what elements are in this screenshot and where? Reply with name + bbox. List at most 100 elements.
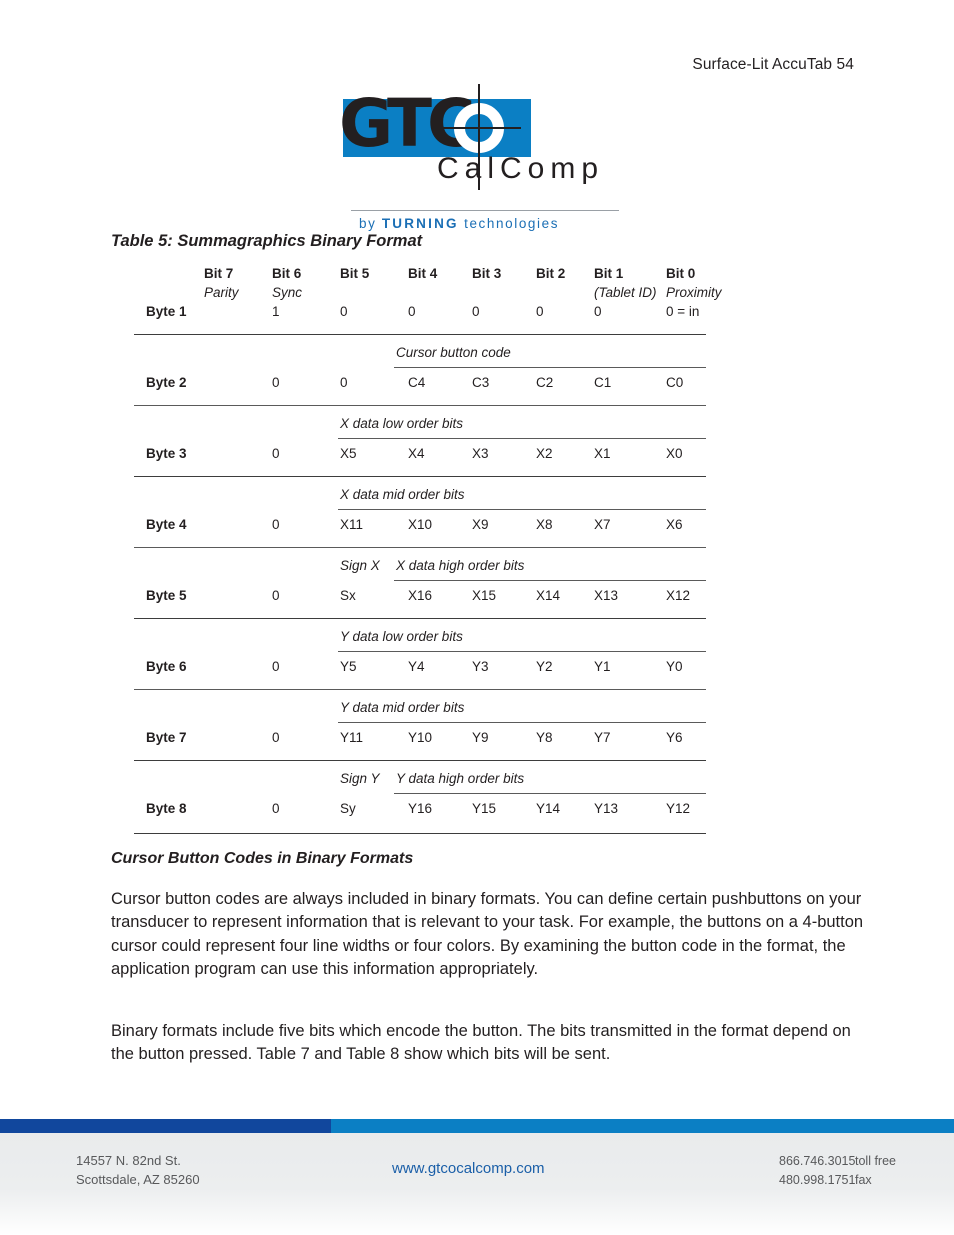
table-rule	[134, 405, 706, 406]
bit-value-cell: Y7	[594, 730, 611, 745]
bit-value-cell: X5	[340, 446, 357, 461]
bit-value-cell: 0	[272, 517, 280, 532]
bit-value-cell: Y14	[536, 801, 561, 816]
body-paragraph-1: Cursor button codes are always included …	[111, 890, 864, 978]
bit-value-cell: Y2	[536, 659, 553, 674]
bit-value-cell: 1	[272, 304, 280, 319]
bit-value-cell: 0	[272, 375, 280, 390]
bit-value-cell: Y6	[666, 730, 683, 745]
footer-band-dark-segment	[0, 1119, 331, 1133]
bit-column-sublabel: Proximity	[666, 285, 722, 300]
bit-value-cell: Y15	[472, 801, 497, 816]
bit-column-header: Bit 2	[536, 266, 566, 281]
bit-value-cell: X3	[472, 446, 489, 461]
page-header-title: Surface-Lit AccuTab 54	[692, 56, 854, 73]
bit-value-cell: Y0	[666, 659, 683, 674]
bit-value-cell: Y1	[594, 659, 611, 674]
gtco-calcomp-logo: GTC CalComp by TURNING technologies	[337, 84, 627, 231]
bit-value-cell: X13	[594, 588, 619, 603]
bit-value-cell: Y8	[536, 730, 553, 745]
footer-address-line-1: 14557 N. 82nd St.	[76, 1153, 181, 1168]
bit-value-cell: C2	[536, 375, 554, 390]
bit-value-cell: X4	[408, 446, 425, 461]
bit-value-cell: Y4	[408, 659, 425, 674]
logo-wordmark: GTC	[339, 85, 476, 162]
bit-value-cell: 0	[272, 446, 280, 461]
bit-value-cell: X6	[666, 517, 683, 532]
bit-value-cell: Y12	[666, 801, 691, 816]
bit-value-cell: X8	[536, 517, 553, 532]
table-rule	[338, 722, 706, 723]
bit-column-sublabel: (Tablet ID)	[594, 285, 657, 300]
logo-subwordmark: CalComp	[437, 152, 605, 185]
table-rule	[338, 651, 706, 652]
bit-value-cell: 0	[472, 304, 480, 319]
bit-value-cell: Y11	[340, 730, 364, 745]
bit-value-cell: X7	[594, 517, 611, 532]
binary-format-table: Bit 7 Bit 6 Bit 5 Bit 4 Bit 3 Bit 2 Bit 1 Bit 0…	[134, 266, 726, 843]
byte-sign-caption: Sign X	[340, 558, 380, 573]
footer-phone-numbers: 866.746.3015toll free 480.998.1751fax	[779, 1152, 896, 1189]
bit-value-cell: X1	[594, 446, 611, 461]
bit-value-cell: 0	[272, 730, 280, 745]
bit-value-cell: X9	[472, 517, 489, 532]
table-caption: Table 5: Summagraphics Binary Format	[111, 232, 423, 250]
footer-band-light-segment	[331, 1119, 954, 1133]
bit-value-cell: X15	[472, 588, 497, 603]
byte-row-label: Byte 2	[146, 375, 187, 390]
bit-column-sublabel: Parity	[204, 285, 239, 300]
bit-value-cell: 0 = in	[666, 304, 700, 319]
table-rule	[134, 547, 706, 548]
logo-crosshair-horizontal-icon	[441, 127, 521, 129]
bit-value-cell: X10	[408, 517, 433, 532]
footer-address-line-2: Scottsdale, AZ 85260	[76, 1171, 200, 1187]
byte-row-label: Byte 1	[146, 304, 187, 319]
bit-value-cell: 0	[594, 304, 602, 319]
table-rule	[394, 367, 706, 368]
body-paragraph-2: Binary formats include five bits which e…	[111, 1022, 851, 1064]
logo-divider	[351, 210, 619, 211]
bit-value-cell: C0	[666, 375, 684, 390]
table-rule	[394, 793, 706, 794]
footer-address: 14557 N. 82nd St. Scottsdale, AZ 85260	[76, 1152, 200, 1189]
bit-value-cell: 0	[408, 304, 416, 319]
bit-value-cell: Y5	[340, 659, 357, 674]
bit-column-header: Bit 3	[472, 266, 502, 281]
bit-value-cell: X16	[408, 588, 433, 603]
footer-phone-toll-free-number: 866.746.3015	[779, 1154, 856, 1168]
logo-tagline-strong: TURNING	[381, 216, 459, 231]
table-rule	[134, 476, 706, 477]
bit-value-cell: X2	[536, 446, 553, 461]
bit-value-cell: 0	[536, 304, 544, 319]
bit-value-cell: Y13	[594, 801, 619, 816]
table-rule	[134, 760, 706, 761]
bit-value-cell: 0	[272, 588, 280, 603]
bit-column-header: Bit 5	[340, 266, 370, 281]
table-rule	[134, 618, 706, 619]
bit-column-header: Bit 1	[594, 266, 624, 281]
byte-group-caption: X data mid order bits	[340, 487, 465, 502]
byte-group-caption: Y data low order bits	[340, 629, 463, 644]
footer-phone-toll-free-label: toll free	[855, 1154, 896, 1168]
bit-value-cell: 0	[272, 801, 280, 816]
bit-value-cell: X14	[536, 588, 561, 603]
footer-color-band	[0, 1119, 954, 1133]
bit-value-cell: Sy	[340, 801, 356, 816]
footer-website-link[interactable]: www.gtcocalcomp.com	[392, 1160, 545, 1177]
byte-sign-caption: Sign Y	[340, 771, 380, 786]
section-heading: Cursor Button Codes in Binary Formats	[111, 850, 414, 867]
bit-column-header: Bit 0	[666, 266, 696, 281]
byte-group-caption: X data high order bits	[396, 558, 525, 573]
byte-row-label: Byte 6	[146, 659, 187, 674]
bit-value-cell: Sx	[340, 588, 356, 603]
bit-value-cell: X0	[666, 446, 683, 461]
footer-phone-toll-free: 866.746.3015toll free	[779, 1152, 896, 1171]
bit-column-header: Bit 4	[408, 266, 438, 281]
bit-value-cell: X11	[340, 517, 364, 532]
footer-phone-fax-number: 480.998.1751	[779, 1172, 856, 1187]
bit-value-cell: Y3	[472, 659, 489, 674]
table-rule	[338, 438, 706, 439]
byte-group-caption: Y data high order bits	[396, 771, 525, 786]
bit-value-cell: 0	[340, 375, 348, 390]
bit-value-cell: C3	[472, 375, 490, 390]
